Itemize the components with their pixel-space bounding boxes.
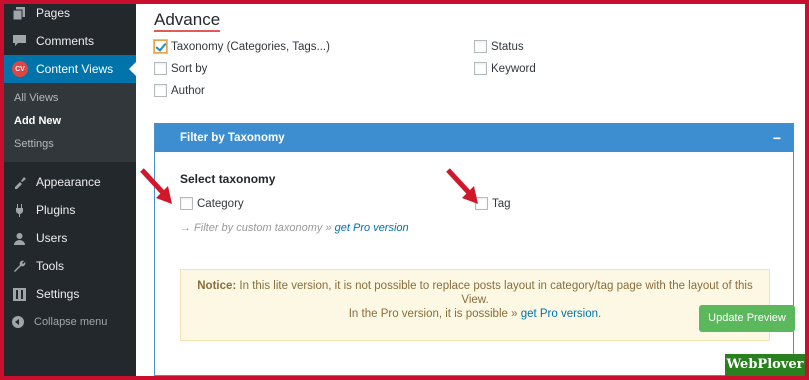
- author-checkbox[interactable]: [154, 84, 167, 97]
- panel-title: Filter by Taxonomy: [180, 132, 285, 144]
- panel-header[interactable]: Filter by Taxonomy −: [155, 124, 793, 152]
- sidebar-item-label: Comments: [36, 34, 95, 48]
- sidebar-item-pages[interactable]: Pages: [4, 4, 136, 27]
- sidebar-item-label: Plugins: [36, 203, 76, 217]
- webplover-watermark: WebPlover: [725, 354, 805, 376]
- appearance-icon: [12, 175, 26, 189]
- sidebar-item-label: Pages: [36, 6, 71, 20]
- sidebar-item-label: Settings: [36, 287, 80, 301]
- submenu-settings[interactable]: Settings: [4, 133, 136, 156]
- sidebar-item-users[interactable]: Users: [4, 224, 136, 252]
- taxonomy-checkbox[interactable]: [154, 40, 167, 53]
- category-option[interactable]: Category: [180, 197, 244, 210]
- notice-text: In this lite version, it is not possible…: [236, 280, 753, 306]
- submenu-add-new[interactable]: Add New: [4, 110, 136, 133]
- comments-icon: [12, 34, 26, 48]
- taxonomy-label: Taxonomy (Categories, Tags...): [171, 40, 330, 53]
- main-content: Advance Taxonomy (Categories, Tags...) S…: [136, 4, 805, 376]
- sidebar-item-label: Content Views: [36, 62, 114, 76]
- admin-sidebar: Pages Comments CV Content Views All View…: [4, 4, 136, 376]
- select-taxonomy-heading: Select taxonomy: [180, 172, 276, 186]
- sidebar-item-comments[interactable]: Comments: [4, 27, 136, 55]
- collapse-toggle-icon[interactable]: −: [773, 124, 781, 152]
- submenu-all-views[interactable]: All Views: [4, 87, 136, 110]
- users-icon: [12, 231, 26, 245]
- collapse-menu-button[interactable]: Collapse menu: [4, 308, 136, 336]
- notice-label: Notice:: [197, 280, 237, 292]
- sidebar-item-label: Tools: [36, 259, 65, 273]
- sort-by-checkbox[interactable]: [154, 62, 167, 75]
- sidebar-item-plugins[interactable]: Plugins: [4, 196, 136, 224]
- category-checkbox[interactable]: [180, 197, 193, 210]
- content-views-submenu: All Views Add New Settings: [4, 83, 136, 162]
- sidebar-item-appearance[interactable]: Appearance: [4, 168, 136, 196]
- filter-by-taxonomy-panel: Filter by Taxonomy − Select taxonomy Cat…: [154, 123, 794, 376]
- tools-icon: [12, 259, 26, 273]
- screen: Pages Comments CV Content Views All View…: [4, 4, 805, 376]
- sort-by-option[interactable]: Sort by: [154, 62, 207, 75]
- plugins-icon: [12, 203, 26, 217]
- status-option[interactable]: Status: [474, 40, 524, 53]
- keyword-label: Keyword: [491, 62, 536, 75]
- arrow-tag-annotation: [446, 168, 478, 204]
- sidebar-item-tools[interactable]: Tools: [4, 252, 136, 280]
- tag-label: Tag: [492, 197, 511, 210]
- content-views-icon: CV: [12, 61, 28, 77]
- keyword-option[interactable]: Keyword: [474, 62, 536, 75]
- get-pro-link[interactable]: get Pro version: [335, 222, 409, 234]
- status-label: Status: [491, 40, 524, 53]
- hint-text: → Filter by custom taxonomy »: [180, 222, 335, 234]
- custom-taxonomy-hint: → Filter by custom taxonomy » get Pro ve…: [180, 222, 409, 234]
- taxonomy-option[interactable]: Taxonomy (Categories, Tags...): [154, 40, 330, 53]
- sidebar-item-label: Users: [36, 231, 68, 245]
- author-label: Author: [171, 84, 205, 97]
- collapse-menu-label: Collapse menu: [34, 316, 108, 328]
- notice-end: .: [598, 308, 602, 320]
- collapse-icon: [12, 316, 24, 328]
- category-label: Category: [197, 197, 244, 210]
- sidebar-item-label: Appearance: [36, 175, 101, 189]
- status-checkbox[interactable]: [474, 40, 487, 53]
- pages-icon: [12, 6, 26, 20]
- keyword-checkbox[interactable]: [474, 62, 487, 75]
- update-preview-button[interactable]: Update Preview: [699, 305, 795, 332]
- section-title: Advance: [154, 10, 221, 32]
- sidebar-item-content-views[interactable]: CV Content Views: [4, 55, 136, 83]
- sort-by-label: Sort by: [171, 62, 208, 75]
- notice-text-2: In the Pro version, it is possible »: [348, 308, 521, 320]
- arrow-category-annotation: [140, 168, 172, 204]
- sidebar-item-settings[interactable]: Settings: [4, 280, 136, 308]
- author-option[interactable]: Author: [154, 84, 205, 97]
- lite-version-notice: Notice: In this lite version, it is not …: [180, 269, 770, 341]
- notice-pro-link[interactable]: get Pro version: [521, 308, 598, 320]
- settings-icon: [12, 287, 26, 301]
